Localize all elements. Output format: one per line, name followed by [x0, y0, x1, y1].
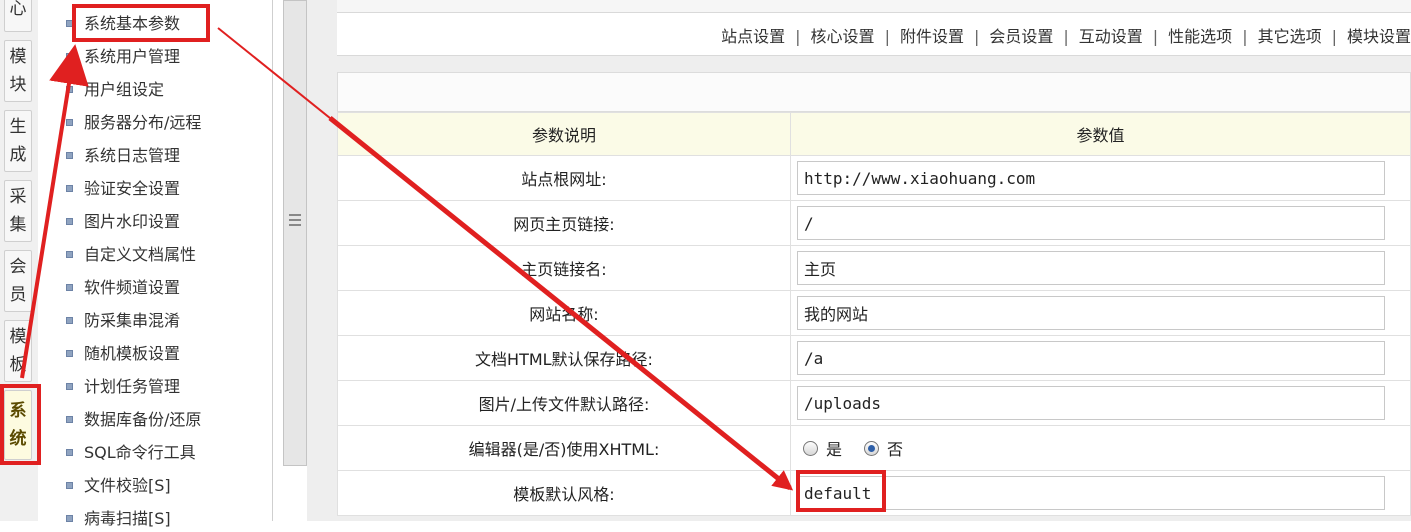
bullet-icon	[66, 317, 73, 324]
bullet-icon	[66, 482, 73, 489]
drag-grip-icon[interactable]	[289, 214, 301, 228]
table-row: 站点根网址:	[337, 155, 1411, 201]
param-value-cell	[790, 380, 1411, 426]
nav-separator: |	[884, 27, 890, 46]
panel-splitter[interactable]	[283, 0, 307, 466]
header-param-desc: 参数说明	[337, 112, 791, 156]
xhtml-yes-label: 是	[826, 440, 843, 459]
upload-path-input[interactable]	[797, 386, 1385, 420]
param-label: 模板默认风格:	[337, 470, 791, 516]
bullet-icon	[66, 449, 73, 456]
nav-site-settings[interactable]: 站点设置	[721, 27, 785, 46]
nav-separator: |	[973, 27, 980, 46]
tab-members[interactable]: 会员	[4, 250, 32, 312]
nav-separator: |	[1063, 27, 1069, 46]
highlight-basic-params	[72, 4, 210, 42]
param-label: 图片/上传文件默认路径:	[337, 380, 791, 426]
tab-templates[interactable]: 模板	[4, 320, 32, 382]
nav-member-settings[interactable]: 会员设置	[989, 27, 1053, 46]
html-save-path-input[interactable]	[797, 341, 1385, 375]
highlight-system-tab	[0, 384, 41, 465]
table-header-row: 参数说明 参数值	[337, 112, 1411, 156]
param-value-cell	[790, 200, 1411, 246]
nav-separator: |	[1331, 27, 1337, 46]
nav-core-settings[interactable]: 核心设置	[811, 27, 875, 46]
param-label: 编辑器(是/否)使用XHTML:	[337, 425, 791, 471]
xhtml-radio-group: 是 否	[803, 436, 1410, 460]
system-menu: 系统基本参数 系统用户管理 用户组设定 服务器分布/远程 系统日志管理 验证安全…	[38, 0, 273, 528]
site-root-url-input[interactable]	[797, 161, 1385, 195]
table-row: 文档HTML默认保存路径:	[337, 335, 1411, 381]
settings-nav: 站点设置 | 核心设置 | 附件设置 | 会员设置 | 互动设置 | 性能选项 | 其它选项 | 模块设置	[337, 12, 1411, 56]
table-row: 网站名称:	[337, 290, 1411, 336]
bullet-icon	[66, 251, 73, 258]
homepage-link-input[interactable]	[797, 206, 1385, 240]
header-param-value: 参数值	[790, 112, 1411, 156]
settings-nav-links: 站点设置 | 核心设置 | 附件设置 | 会员设置 | 互动设置 | 性能选项 | 其它选项 | 模块设置	[721, 23, 1411, 47]
param-value-cell	[790, 335, 1411, 381]
param-value-cell: 是 否	[790, 425, 1411, 471]
table-row: 网页主页链接:	[337, 200, 1411, 246]
homepage-link-name-input[interactable]	[797, 251, 1385, 285]
panel-gap	[273, 0, 283, 521]
nav-attachment-settings[interactable]: 附件设置	[900, 27, 964, 46]
table-row: 图片/上传文件默认路径:	[337, 380, 1411, 426]
param-label: 主页链接名:	[337, 245, 791, 291]
param-value-cell	[790, 290, 1411, 336]
bullet-icon	[66, 284, 73, 291]
table-row: 编辑器(是/否)使用XHTML: 是 否	[337, 425, 1411, 471]
param-label: 网页主页链接:	[337, 200, 791, 246]
bullet-icon	[66, 86, 73, 93]
splitter-background	[307, 0, 335, 521]
highlight-default-style	[796, 470, 886, 512]
panel-header	[337, 72, 1411, 112]
bullet-icon	[66, 152, 73, 159]
nav-other-options[interactable]: 其它选项	[1258, 27, 1322, 46]
param-label: 网站名称:	[337, 290, 791, 336]
bullet-icon	[66, 53, 73, 60]
main-content: 站点设置 | 核心设置 | 附件设置 | 会员设置 | 互动设置 | 性能选项 | 其它选项 | 模块设置 …	[335, 0, 1411, 521]
nav-separator: |	[1152, 27, 1159, 46]
bullet-icon	[66, 218, 73, 225]
site-name-input[interactable]	[797, 296, 1385, 330]
nav-performance-options[interactable]: 性能选项	[1168, 27, 1232, 46]
nav-interaction-settings[interactable]: 互动设置	[1079, 27, 1143, 46]
params-table: 参数说明 参数值 站点根网址: 网页主页链接: 主页链接名: 网站名称: 文档H…	[337, 112, 1411, 516]
bullet-icon	[66, 185, 73, 192]
param-value-cell	[790, 245, 1411, 291]
tab-modules[interactable]: 模块	[4, 40, 32, 102]
bullet-icon	[66, 383, 73, 390]
tab-collect[interactable]: 采集	[4, 180, 32, 242]
xhtml-no-label: 否	[887, 440, 904, 459]
param-label: 文档HTML默认保存路径:	[337, 335, 791, 381]
xhtml-no-radio[interactable]	[864, 440, 880, 456]
table-row: 主页链接名:	[337, 245, 1411, 291]
nav-module-settings[interactable]: 模块设置	[1347, 27, 1411, 46]
nav-separator: |	[1242, 27, 1248, 46]
xhtml-yes-radio[interactable]	[803, 440, 818, 456]
tab-core[interactable]: 心	[4, 0, 32, 32]
param-label: 站点根网址:	[337, 155, 791, 201]
tab-generate[interactable]: 生成	[4, 110, 32, 172]
param-value-cell	[790, 155, 1411, 201]
bullet-icon	[66, 119, 73, 126]
nav-separator: |	[795, 27, 801, 46]
bullet-icon	[66, 416, 73, 423]
bullet-icon	[66, 350, 73, 357]
